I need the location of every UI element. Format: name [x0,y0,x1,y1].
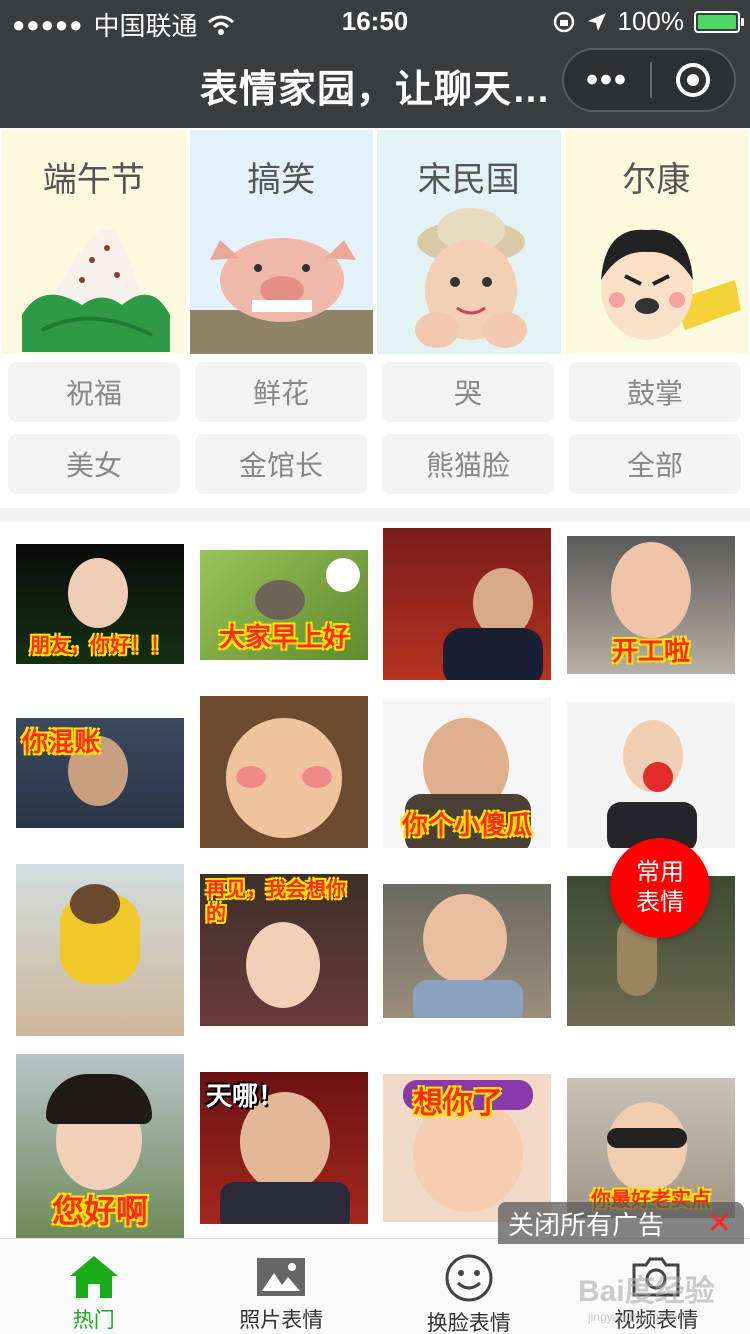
home-icon [69,1255,118,1298]
sticker-item[interactable] [567,702,735,848]
pig-icon [189,238,373,354]
tag-flowers[interactable]: 鲜花 [195,362,367,422]
sticker-item[interactable]: 您好啊 [16,1054,184,1238]
tag-beauty[interactable]: 美女 [8,434,180,494]
battery-icon [694,10,744,33]
favorites-float-button[interactable]: 常用 表情 [610,838,710,938]
category-banners: 端午节 搞笑 宋民国 尔康 [0,130,750,354]
fab-line-1: 常用 [636,859,684,886]
sticker-item[interactable]: 朋友，你好！！ [16,544,184,664]
tag-applause[interactable]: 鼓掌 [569,362,741,422]
sticker-item[interactable]: 你最好老实点 [567,1078,735,1218]
cartoon-face [600,229,741,340]
tag-grid: 祝福 鲜花 哭 鼓掌 美女 金馆长 熊猫脸 全部 [8,362,748,494]
sticker-caption: 你混账 [22,727,101,757]
top-bar: ●●●●● 中国联通 16:50 100% 表情家园，让聊天… ••• [0,0,750,128]
tab-label: 热门 [72,1309,115,1332]
sticker-caption: 想你了 [413,1087,503,1120]
banner-funny[interactable]: 搞笑 [189,130,373,354]
location-icon [587,12,606,31]
close-ads-label: 关闭所有广告 [508,1209,665,1240]
sticker-item[interactable]: 大家早上好 [200,550,368,660]
child-photo [415,208,527,348]
tag-cry[interactable]: 哭 [382,362,554,422]
sticker-caption: 开工啦 [611,636,690,666]
status-bar: ●●●●● 中国联通 16:50 100% [0,0,750,41]
banner-song-minguo[interactable]: 宋民国 [377,130,561,354]
close-ads-bar[interactable]: 关闭所有广告 ✕ [498,1202,744,1244]
sticker-item[interactable] [383,884,551,1018]
photo-icon [257,1257,306,1296]
tab-photo-stickers[interactable]: 照片表情 [188,1239,376,1334]
page-title: 表情家园，让聊天… [200,69,552,111]
tag-all[interactable]: 全部 [569,434,741,494]
sticker-caption: 再见，我会想你的 [206,879,346,925]
sticker-item[interactable] [16,864,184,1036]
tab-label: 照片表情 [239,1309,324,1332]
banner-erkang[interactable]: 尔康 [564,130,748,354]
sticker-caption: 朋友，你好！！ [30,635,170,657]
tab-hot[interactable]: 热门 [0,1239,188,1334]
sticker-item[interactable]: 想你了 [383,1074,551,1222]
sticker-caption: 大家早上好 [218,622,349,652]
baidu-watermark: Bai度经验 jingyan.baidu.com [578,1275,715,1324]
sticker-item[interactable]: 开工啦 [567,536,735,674]
sticker-caption: 你个小傻瓜 [401,810,532,840]
more-button[interactable]: ••• [564,61,650,100]
section-divider [0,508,750,522]
miniprogram-capsule: ••• [562,48,736,112]
sticker-caption: 您好啊 [51,1193,148,1229]
target-icon [676,63,710,97]
tag-blessing[interactable]: 祝福 [8,362,180,422]
tag-jin-guanzhang[interactable]: 金馆长 [195,434,367,494]
fab-line-2: 表情 [636,889,684,916]
sticker-item[interactable] [383,528,551,680]
smiley-icon [445,1254,493,1302]
sticker-item[interactable]: 天哪！ [200,1072,368,1224]
close-icon[interactable]: ✕ [707,1206,732,1241]
sticker-item[interactable]: 你个小傻瓜 [383,698,551,848]
sticker-item[interactable]: 你混账 [16,718,184,828]
rotation-lock-icon [553,11,574,32]
sticker-item[interactable] [200,696,368,848]
tag-panda-face[interactable]: 熊猫脸 [382,434,554,494]
tab-label: 换脸表情 [426,1312,511,1334]
tab-face-swap[interactable]: 换脸表情 [375,1239,563,1334]
sticker-caption: 天哪！ [206,1081,285,1111]
zongzi-icon [22,228,170,352]
close-miniprogram-button[interactable] [652,63,734,97]
banner-duanwu[interactable]: 端午节 [2,130,186,354]
battery-percent: 100% [617,6,685,36]
sticker-item[interactable]: 再见，我会想你的 [200,874,368,1026]
